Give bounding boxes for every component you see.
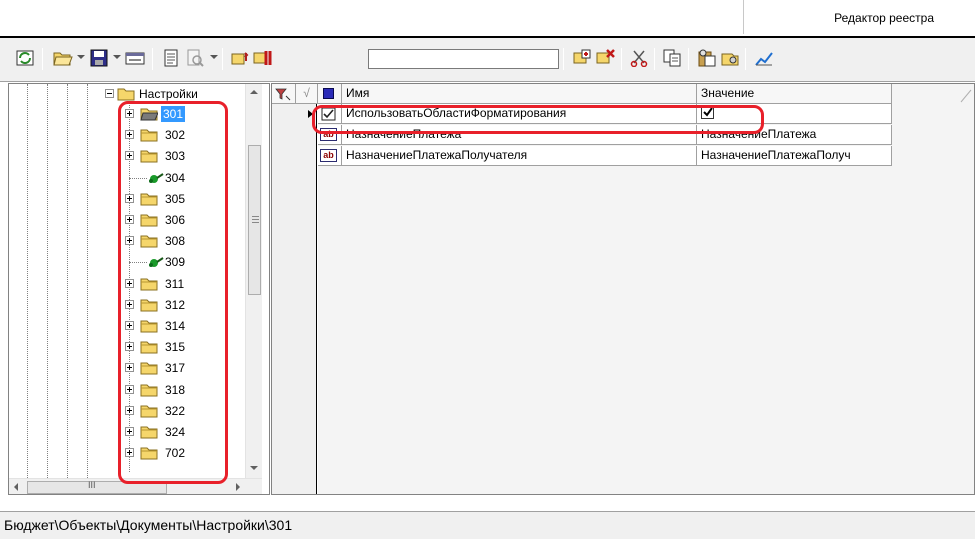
paste-icon[interactable] bbox=[696, 47, 718, 69]
delete-object-icon[interactable] bbox=[595, 47, 617, 69]
tree-highlight-frame bbox=[118, 101, 228, 484]
header-value[interactable]: Значение bbox=[697, 84, 892, 104]
print-preview-icon[interactable] bbox=[184, 47, 206, 69]
print-dropdown-arrow[interactable] bbox=[210, 55, 218, 59]
grid-pane[interactable]: √ Имя Значение ИспользоватьОбластиФормат… bbox=[271, 83, 975, 495]
resize-grip-icon bbox=[960, 89, 972, 103]
grid-row[interactable]: ab НазначениеПлатежаПолучателя НазначениеП… bbox=[272, 146, 974, 166]
name-cell[interactable]: НазначениеПлатежаПолучателя bbox=[342, 146, 697, 166]
refresh-icon[interactable] bbox=[14, 47, 36, 69]
chart-icon[interactable] bbox=[753, 47, 775, 69]
header-filter-cell[interactable] bbox=[272, 84, 296, 104]
thumb-grip: III bbox=[88, 480, 96, 490]
scroll-left-icon[interactable] bbox=[14, 483, 18, 491]
find-next-icon[interactable] bbox=[252, 47, 274, 69]
status-path: Бюджет\Объекты\Документы\Настройки\301 bbox=[4, 517, 293, 533]
folder-icon bbox=[117, 88, 135, 101]
toolbar-separator bbox=[152, 48, 153, 70]
grid-row-highlight-frame bbox=[312, 105, 764, 134]
cut-icon[interactable] bbox=[628, 47, 650, 69]
title-area: Редактор реестра bbox=[0, 0, 975, 36]
toolbar-separator bbox=[745, 48, 746, 70]
open-dropdown-arrow[interactable] bbox=[77, 55, 85, 59]
tree-vertical-thumb[interactable] bbox=[248, 145, 261, 295]
scroll-right-icon[interactable] bbox=[236, 483, 240, 491]
form-icon[interactable] bbox=[124, 47, 146, 69]
toolbar bbox=[0, 38, 975, 82]
type-cell: ab bbox=[318, 146, 342, 166]
tree-vertical-scrollbar[interactable] bbox=[245, 84, 262, 478]
title-divider bbox=[743, 0, 744, 34]
scroll-down-icon[interactable] bbox=[250, 466, 258, 470]
scroll-up-icon[interactable] bbox=[250, 90, 258, 94]
window-title: Редактор реестра bbox=[834, 11, 934, 25]
toolbar-separator bbox=[688, 48, 689, 70]
properties-icon[interactable] bbox=[160, 47, 182, 69]
type-icon bbox=[323, 88, 334, 99]
toolbar-separator bbox=[621, 48, 622, 70]
settings-icon[interactable] bbox=[719, 47, 741, 69]
tree-item-label: Настройки bbox=[139, 87, 198, 101]
find-icon[interactable] bbox=[230, 47, 252, 69]
collapse-icon[interactable] bbox=[105, 89, 114, 98]
filter-icon bbox=[275, 88, 291, 101]
copy-icon[interactable] bbox=[662, 47, 684, 69]
add-object-icon[interactable] bbox=[572, 47, 594, 69]
toolbar-separator bbox=[222, 48, 223, 70]
status-bar: Бюджет\Объекты\Документы\Настройки\301 bbox=[0, 511, 975, 539]
toolbar-separator bbox=[42, 48, 43, 70]
value-cell[interactable]: НазначениеПлатежаПолуч bbox=[697, 146, 892, 166]
toolbar-separator bbox=[654, 48, 655, 70]
string-type-icon: ab bbox=[320, 149, 337, 162]
search-input[interactable] bbox=[368, 49, 559, 69]
open-icon[interactable] bbox=[52, 47, 74, 69]
grid-header: √ Имя Значение bbox=[272, 84, 974, 104]
header-name[interactable]: Имя bbox=[342, 84, 697, 104]
header-check-cell[interactable]: √ bbox=[296, 84, 318, 104]
save-icon[interactable] bbox=[88, 47, 110, 69]
save-dropdown-arrow[interactable] bbox=[113, 55, 121, 59]
toolbar-separator bbox=[563, 48, 564, 70]
header-type-cell[interactable] bbox=[318, 84, 342, 104]
